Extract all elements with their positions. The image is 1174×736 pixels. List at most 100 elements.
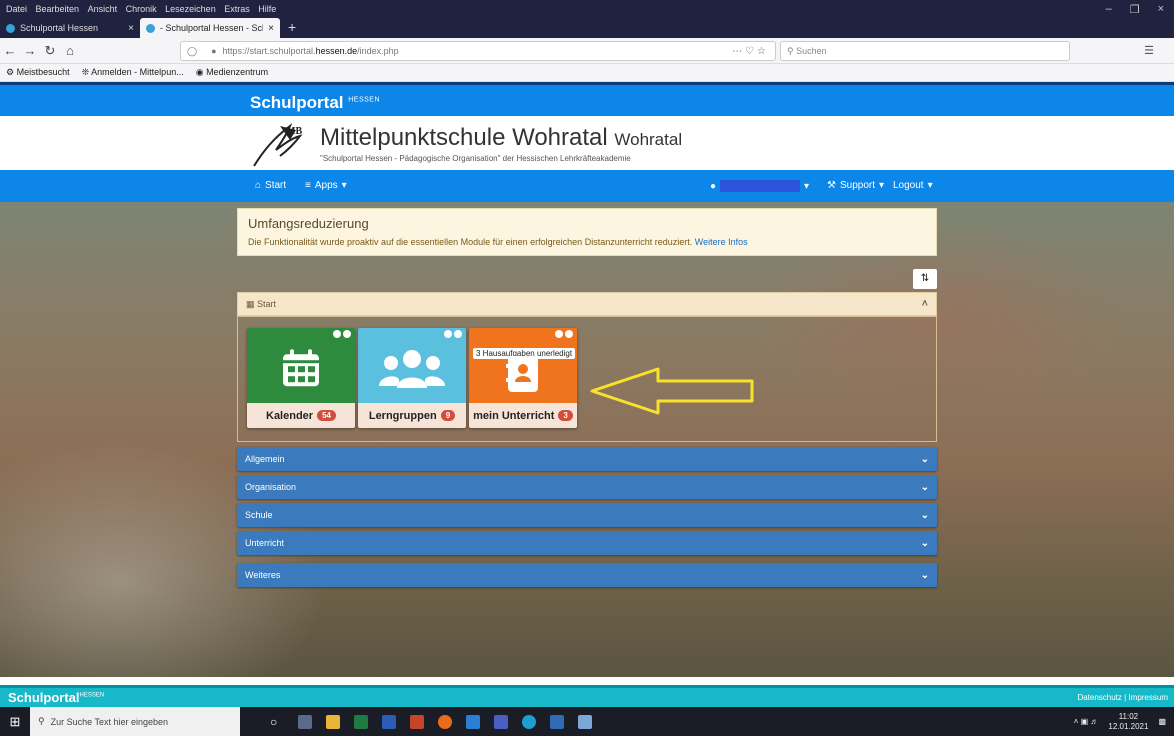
app-icon[interactable] — [522, 714, 536, 729]
count-badge: 54 — [317, 410, 336, 421]
menu-chronik[interactable]: Chronik — [126, 4, 157, 14]
tray-icons[interactable]: ˄ ▣ ♬ — [1074, 717, 1099, 726]
tile-label: Lerngruppen — [368, 409, 437, 422]
teams-icon[interactable] — [494, 714, 508, 729]
accordion-organisation[interactable]: Organisation ⌄ — [237, 475, 937, 499]
file-explorer-icon[interactable] — [326, 714, 340, 729]
nav-logout[interactable]: Logout ▾ — [893, 180, 933, 191]
cortana-icon[interactable]: ○ — [270, 715, 284, 729]
accordion-label: Schule — [245, 510, 273, 520]
footer-links[interactable]: Datenschutz | Impressum — [1077, 693, 1168, 702]
footer-brand[interactable]: SchulportalHESSEN — [8, 690, 104, 705]
browser-navbar: ← → ↻ ⌂ ◯ ● https://start.schulportal. he… — [0, 38, 1174, 64]
restore-icon[interactable]: ❐ — [1130, 3, 1140, 16]
close-tab-icon[interactable]: × — [268, 23, 274, 34]
contact-book-icon — [506, 355, 538, 392]
caret-down-icon: ▾ — [927, 180, 933, 191]
menu-extras[interactable]: Extras — [224, 4, 250, 14]
sort-button[interactable]: ⇅ — [913, 269, 937, 289]
chevron-down-icon: ⌄ — [920, 509, 929, 521]
accordion-allgemein[interactable]: Allgemein ⌄ — [237, 447, 937, 471]
browser-tab-1[interactable]: Schulportal Hessen × — [0, 18, 140, 38]
start-section-label: Start — [257, 299, 277, 309]
chevron-down-icon: ⌄ — [920, 481, 929, 493]
grid-icon: ▦ — [246, 298, 258, 309]
nav-start[interactable]: ⌂ Start — [255, 180, 286, 191]
chevron-down-icon: ⌄ — [920, 453, 929, 465]
new-tab-icon[interactable]: + — [280, 19, 304, 38]
bookmark-anmelden[interactable]: ❊ Anmelden - Mittelpun... — [82, 67, 184, 78]
lock-icon: ● — [211, 46, 217, 56]
info-icon[interactable] — [555, 330, 563, 338]
accordion-schule[interactable]: Schule ⌄ — [237, 503, 937, 527]
reload-icon[interactable]: ↻ — [40, 43, 60, 59]
accordion-unterricht[interactable]: Unterricht ⌄ — [237, 531, 937, 555]
toolbar-icons[interactable]: ☰ — [1144, 44, 1164, 57]
bookmark-medienzentrum[interactable]: ◉ Medienzentrum — [196, 67, 268, 78]
search-input[interactable]: ⚲ Suchen — [780, 41, 1070, 61]
help-icon[interactable] — [565, 330, 573, 338]
menu-lesezeichen[interactable]: Lesezeichen — [165, 4, 216, 14]
site-brand[interactable]: Schulportal HESSEN — [250, 93, 380, 113]
outlook-icon[interactable] — [550, 714, 564, 729]
calendar-icon — [283, 348, 319, 386]
browser-tab-2[interactable]: - Schulportal Hessen - Schulpo × — [140, 18, 280, 38]
count-badge: 9 — [440, 410, 456, 421]
tile-mein-unterricht[interactable]: 3 Hausaufgaben unerledigt mein Unterrich… — [469, 328, 577, 428]
nav-support[interactable]: ⚒ Support ▾ — [827, 180, 884, 191]
accordion-weiteres[interactable]: Weiteres ⌄ — [237, 563, 937, 587]
minimize-icon[interactable]: – — [1106, 3, 1112, 16]
menu-bearbeiten[interactable]: Bearbeiten — [36, 4, 80, 14]
url-bar[interactable]: ◯ ● https://start.schulportal. hessen.de /… — [180, 41, 776, 61]
edge-icon[interactable] — [466, 714, 480, 729]
site-footer: SchulportalHESSEN Datenschutz | Impressu… — [0, 685, 1174, 707]
nav-user[interactable]: ● ▾ — [710, 180, 809, 192]
search-icon: ⚲ — [38, 716, 45, 726]
tile-kalender[interactable]: Kalender 54 — [247, 328, 355, 428]
nav-apps[interactable]: ≡ Apps ▾ — [305, 180, 347, 191]
clock[interactable]: 11:02 12.01.2021 — [1108, 712, 1148, 732]
menu-datei[interactable]: Datei — [6, 4, 27, 14]
menu-icon: ≡ — [305, 180, 311, 191]
menu-ansicht[interactable]: Ansicht — [88, 4, 118, 14]
windows-taskbar: ⊞ ⚲ Zur Suche Text hier eingeben ○ ˄ ▣ ♬… — [0, 707, 1174, 736]
home-icon[interactable]: ⌂ — [60, 43, 80, 58]
excel-icon[interactable] — [354, 714, 368, 729]
forward-icon[interactable]: → — [20, 43, 40, 58]
help-icon[interactable] — [343, 330, 351, 338]
system-tray: ˄ ▣ ♬ 11:02 12.01.2021 ▩ — [1074, 712, 1174, 732]
windows-start-icon[interactable]: ⊞ — [0, 714, 30, 730]
search-placeholder: Suchen — [796, 46, 827, 56]
svg-text:MB: MB — [286, 126, 302, 137]
chevron-up-icon[interactable]: ˄ — [922, 298, 928, 310]
start-section-header[interactable]: ▦ Start ˄ — [237, 292, 937, 316]
notice-title: Umfangsreduzierung — [248, 216, 369, 231]
accordion-label: Organisation — [245, 482, 297, 492]
info-icon[interactable] — [444, 330, 452, 338]
bookmark-meistbesucht[interactable]: ⚙ Meistbesucht — [6, 67, 70, 78]
app-navbar: ⌂ Start ≡ Apps ▾ ● ▾ ⚒ Support ▾ Logout ▾ — [0, 170, 1174, 202]
bookmarks-bar: ⚙ Meistbesucht ❊ Anmelden - Mittelpun...… — [0, 64, 1174, 82]
word-icon[interactable] — [382, 714, 396, 729]
tile-lerngruppen[interactable]: Lerngruppen 9 — [358, 328, 466, 428]
screenshot-app-icon[interactable] — [578, 714, 592, 729]
notifications-icon[interactable]: ▩ — [1158, 717, 1166, 726]
firefox-icon[interactable] — [438, 714, 452, 729]
shield-icon: ◯ — [187, 45, 198, 56]
notice-link[interactable]: Weitere Infos — [695, 237, 748, 247]
close-tab-icon[interactable]: × — [128, 23, 134, 34]
powerpoint-icon[interactable] — [410, 714, 424, 729]
school-name: Mittelpunktschule Wohratal Wohratal — [320, 124, 683, 151]
info-icon[interactable] — [333, 330, 341, 338]
task-view-icon[interactable] — [298, 714, 312, 729]
taskbar-search-input[interactable]: ⚲ Zur Suche Text hier eingeben — [30, 707, 240, 736]
help-icon[interactable] — [454, 330, 462, 338]
url-suffix: /index.php — [357, 46, 399, 56]
favicon-icon — [146, 23, 155, 33]
menu-hilfe[interactable]: Hilfe — [258, 4, 276, 14]
page-actions-icon[interactable]: ⋯♡☆ — [732, 46, 769, 57]
notice-box: Umfangsreduzierung Die Funktionalität wu… — [237, 208, 937, 256]
close-window-icon[interactable]: × — [1158, 3, 1164, 16]
back-icon[interactable]: ← — [0, 43, 20, 58]
url-host: hessen.de — [315, 46, 358, 56]
